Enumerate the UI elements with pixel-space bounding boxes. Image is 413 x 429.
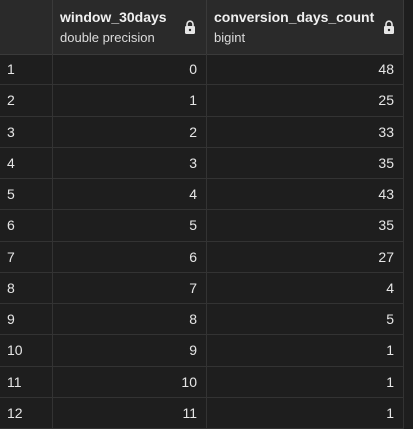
table-row[interactable]: 11 10 1 [0, 366, 413, 398]
row-number: 8 [0, 272, 53, 304]
table-row[interactable]: 12 11 1 [0, 397, 413, 429]
cell-window-30days[interactable]: 7 [53, 272, 207, 304]
table-row[interactable]: 6 5 35 [0, 210, 413, 242]
table-row[interactable]: 8 7 4 [0, 272, 413, 304]
row-number: 9 [0, 304, 53, 336]
cell-conversion-days-count[interactable]: 25 [207, 85, 404, 117]
table-row[interactable]: 5 4 43 [0, 179, 413, 211]
cell-window-30days[interactable]: 10 [53, 366, 207, 398]
row-number: 4 [0, 147, 53, 179]
row-number: 12 [0, 397, 53, 429]
table-row[interactable]: 9 8 5 [0, 304, 413, 336]
lock-icon [185, 20, 195, 34]
cell-conversion-days-count[interactable]: 1 [207, 366, 404, 398]
row-number: 11 [0, 366, 53, 398]
cell-window-30days[interactable]: 5 [53, 210, 207, 242]
cell-window-30days[interactable]: 11 [53, 397, 207, 429]
grid-header: window_30days double precision conversio… [0, 0, 413, 55]
row-number: 1 [0, 54, 53, 86]
cell-conversion-days-count[interactable]: 1 [207, 335, 404, 367]
row-number: 3 [0, 116, 53, 148]
cell-conversion-days-count[interactable]: 5 [207, 304, 404, 336]
cell-conversion-days-count[interactable]: 33 [207, 116, 404, 148]
row-number: 7 [0, 241, 53, 273]
table-row[interactable]: 10 9 1 [0, 335, 413, 367]
cell-window-30days[interactable]: 1 [53, 85, 207, 117]
row-number: 2 [0, 85, 53, 117]
column-name: window_30days [60, 9, 167, 25]
column-name: conversion_days_count [214, 9, 375, 25]
table-row[interactable]: 4 3 35 [0, 147, 413, 179]
row-number-header [0, 0, 53, 54]
cell-window-30days[interactable]: 4 [53, 179, 207, 211]
cell-conversion-days-count[interactable]: 1 [207, 397, 404, 429]
cell-window-30days[interactable]: 9 [53, 335, 207, 367]
cell-window-30days[interactable]: 8 [53, 304, 207, 336]
row-number: 6 [0, 210, 53, 242]
table-row[interactable]: 2 1 25 [0, 85, 413, 117]
cell-conversion-days-count[interactable]: 35 [207, 147, 404, 179]
column-type: double precision [60, 30, 155, 45]
table-row[interactable]: 7 6 27 [0, 241, 413, 273]
cell-conversion-days-count[interactable]: 4 [207, 272, 404, 304]
table-row[interactable]: 3 2 33 [0, 116, 413, 148]
column-type: bigint [214, 30, 246, 45]
table-row[interactable]: 1 0 48 [0, 54, 413, 86]
grid-empty-area [404, 0, 413, 429]
cell-conversion-days-count[interactable]: 43 [207, 179, 404, 211]
column-header-conversion-days-count[interactable]: conversion_days_count bigint [207, 0, 404, 54]
lock-icon [384, 20, 394, 34]
cell-window-30days[interactable]: 3 [53, 147, 207, 179]
cell-window-30days[interactable]: 6 [53, 241, 207, 273]
row-number: 10 [0, 335, 53, 367]
cell-conversion-days-count[interactable]: 27 [207, 241, 404, 273]
cell-conversion-days-count[interactable]: 35 [207, 210, 404, 242]
cell-conversion-days-count[interactable]: 48 [207, 54, 404, 86]
column-header-window-30days[interactable]: window_30days double precision [53, 0, 207, 54]
row-number: 5 [0, 179, 53, 211]
cell-window-30days[interactable]: 0 [53, 54, 207, 86]
cell-window-30days[interactable]: 2 [53, 116, 207, 148]
results-grid: window_30days double precision conversio… [0, 0, 413, 429]
